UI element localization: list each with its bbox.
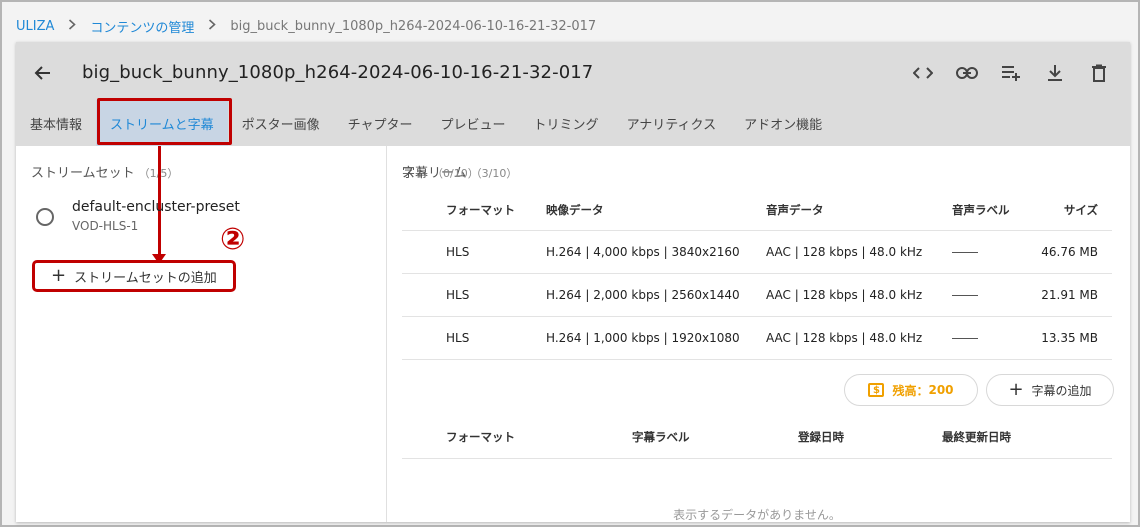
content-card: big_buck_bunny_1080p_h264-2024-06-10-16-… — [16, 42, 1130, 522]
cell-format: HLS — [402, 316, 546, 360]
dash-placeholder — [952, 294, 978, 296]
tab-chapters[interactable]: チャプター — [334, 100, 427, 146]
column-header: 映像データ — [546, 190, 766, 231]
table-header-row: フォーマット 映像データ 音声データ 音声ラベル サイズ — [402, 190, 1112, 231]
stream-set-panel: ストリームセット（1/5） default-encluster-preset V… — [16, 146, 387, 522]
cell-format: HLS — [402, 273, 546, 317]
content-header: big_buck_bunny_1080p_h264-2024-06-10-16-… — [16, 42, 1130, 146]
column-header: 音声ラベル — [952, 190, 1026, 231]
trash-icon[interactable] — [1082, 58, 1116, 88]
cell-size: 21.91 MB — [1026, 273, 1112, 317]
subtitles-table: フォーマット 字幕ラベル 登録日時 最終更新日時 — [402, 416, 1112, 459]
radio-button[interactable] — [36, 208, 54, 226]
stream-set-item[interactable]: default-encluster-preset VOD-HLS-1 — [36, 198, 240, 233]
breadcrumb: ULIZA コンテンツの管理 big_buck_bunny_1080p_h264… — [16, 16, 596, 36]
download-icon[interactable] — [1038, 58, 1072, 88]
cell-audio-label — [952, 273, 1026, 317]
tab-analytics[interactable]: アナリティクス — [613, 100, 731, 146]
add-subtitle-label: 字幕の追加 — [1031, 383, 1092, 398]
column-header: 最終更新日時 — [942, 416, 1112, 459]
annotation-step-number: ② — [220, 222, 246, 257]
tab-preview[interactable]: プレビュー — [427, 100, 520, 146]
column-header: 登録日時 — [798, 416, 942, 459]
cell-audio: AAC | 128 kbps | 48.0 kHz — [766, 273, 952, 317]
streams-panel: ストリーム （3/10） フォーマット 映像データ 音声データ 音声ラベル サイズ… — [388, 146, 1130, 522]
add-subtitle-button[interactable]: + 字幕の追加 — [986, 374, 1114, 406]
stream-set-name: default-encluster-preset — [72, 199, 240, 215]
column-header: フォーマット — [402, 416, 632, 459]
subtitles-title: 字幕 （0/10） — [402, 166, 479, 181]
plus-icon: + — [1008, 379, 1024, 400]
chevron-right-icon — [68, 18, 77, 34]
cell-video: H.264 | 4,000 kbps | 3840x2160 — [546, 230, 766, 274]
header-actions — [906, 58, 1116, 88]
cell-size: 46.76 MB — [1026, 230, 1112, 274]
stream-set-title: ストリームセット（1/5） — [31, 162, 178, 181]
add-stream-set-label: ストリームセットの追加 — [74, 270, 217, 286]
breadcrumb-current: big_buck_bunny_1080p_h264-2024-06-10-16-… — [230, 18, 597, 34]
chevron-right-icon — [208, 18, 217, 34]
code-icon[interactable] — [906, 58, 940, 88]
column-header: 字幕ラベル — [632, 416, 798, 459]
tab-streams-subtitles[interactable]: ストリームと字幕 — [96, 100, 228, 146]
balance-value: 200 — [928, 383, 954, 397]
breadcrumb-section-link[interactable]: コンテンツの管理 — [90, 17, 194, 36]
cell-audio: AAC | 128 kbps | 48.0 kHz — [766, 230, 952, 274]
link-icon[interactable] — [950, 58, 984, 88]
arrow-left-icon[interactable] — [30, 60, 56, 86]
empty-state-text: 表示するデータがありません。 — [673, 508, 841, 522]
stream-set-sub: VOD-HLS-1 — [72, 219, 139, 233]
table-header-row: フォーマット 字幕ラベル 登録日時 最終更新日時 — [402, 416, 1112, 459]
cell-size: 13.35 MB — [1026, 316, 1112, 360]
streams-table: フォーマット 映像データ 音声データ 音声ラベル サイズ HLS H.264 |… — [402, 190, 1112, 360]
column-header: サイズ — [1026, 190, 1112, 231]
table-row[interactable]: HLS H.264 | 1,000 kbps | 1920x1080 AAC |… — [402, 316, 1112, 360]
balance-badge: $ 残高： 200 — [844, 374, 978, 406]
tab-poster-image[interactable]: ポスター画像 — [228, 100, 334, 146]
cell-audio-label — [952, 230, 1026, 274]
tab-basic-info[interactable]: 基本情報 — [16, 100, 96, 146]
subtitles-count: （0/10） — [432, 167, 479, 180]
cell-video: H.264 | 2,000 kbps | 2560x1440 — [546, 273, 766, 317]
cell-video: H.264 | 1,000 kbps | 1920x1080 — [546, 316, 766, 360]
cell-format: HLS — [402, 230, 546, 274]
cell-audio: AAC | 128 kbps | 48.0 kHz — [766, 316, 952, 360]
balance-label: 残高： — [892, 383, 929, 398]
table-row[interactable]: HLS H.264 | 4,000 kbps | 3840x2160 AAC |… — [402, 230, 1112, 274]
page-title: big_buck_bunny_1080p_h264-2024-06-10-16-… — [82, 62, 594, 83]
tab-trimming[interactable]: トリミング — [520, 100, 613, 146]
add-stream-set-button[interactable]: + ストリームセットの追加 — [32, 260, 236, 292]
cell-audio-label — [952, 316, 1026, 360]
tab-addons[interactable]: アドオン機能 — [730, 100, 836, 146]
plus-icon: + — [51, 265, 67, 286]
dollar-coin-icon: $ — [868, 383, 885, 397]
column-header: フォーマット — [402, 190, 546, 231]
playlist-add-icon[interactable] — [994, 58, 1028, 88]
tab-bar: 基本情報 ストリームと字幕 ポスター画像 チャプター プレビュー トリミング ア… — [16, 100, 836, 146]
screenshot-frame: ULIZA コンテンツの管理 big_buck_bunny_1080p_h264… — [0, 0, 1140, 527]
dash-placeholder — [952, 251, 978, 253]
table-row[interactable]: HLS H.264 | 2,000 kbps | 2560x1440 AAC |… — [402, 273, 1112, 317]
breadcrumb-root-link[interactable]: ULIZA — [16, 19, 54, 34]
dash-placeholder — [952, 337, 978, 339]
column-header: 音声データ — [766, 190, 952, 231]
